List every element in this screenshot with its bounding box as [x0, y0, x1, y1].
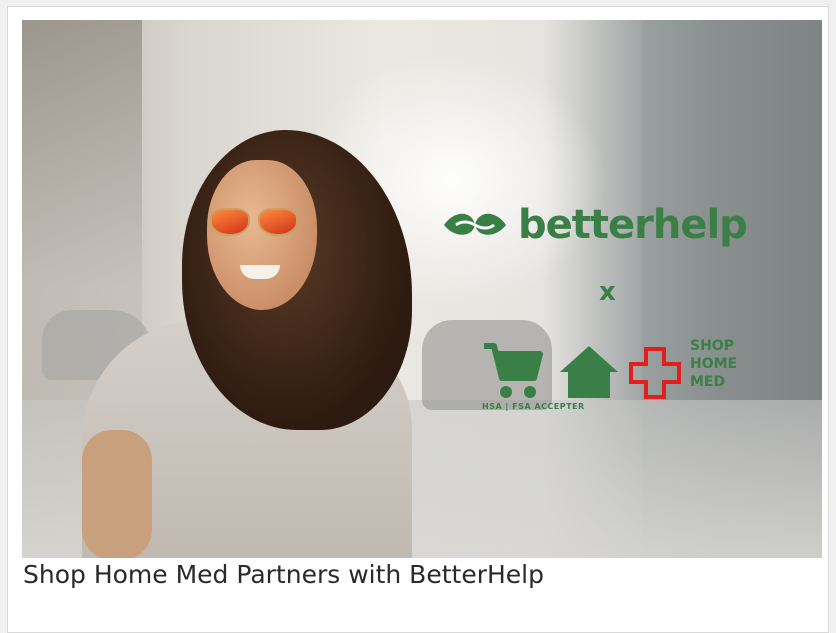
- sunglasses: [210, 208, 300, 238]
- shopping-cart-icon: [484, 343, 543, 398]
- article-card[interactable]: betterhelp x HSA | FSA ACCEPTER SHOP HOM…: [7, 6, 829, 633]
- article-title[interactable]: Shop Home Med Partners with BetterHelp: [23, 560, 544, 589]
- med-line: MED: [690, 374, 726, 390]
- house-icon: [560, 346, 618, 398]
- betterhelp-wordmark: betterhelp: [518, 202, 748, 248]
- betterhelp-logo: betterhelp: [442, 202, 748, 248]
- shop-line: SHOP: [690, 338, 734, 354]
- shop-home-med-logo: HSA | FSA ACCEPTER SHOP HOME MED: [482, 337, 802, 420]
- person-arm: [82, 430, 152, 558]
- shop-home-med-text: SHOP HOME MED: [690, 337, 737, 391]
- betterhelp-leaf-icon: [444, 213, 506, 235]
- hero-image[interactable]: betterhelp x HSA | FSA ACCEPTER SHOP HOM…: [22, 20, 822, 558]
- hsa-fsa-label: HSA | FSA ACCEPTER: [482, 402, 585, 411]
- home-line: HOME: [690, 356, 738, 372]
- medical-cross-icon: [629, 347, 681, 399]
- partnership-x: x: [599, 277, 616, 307]
